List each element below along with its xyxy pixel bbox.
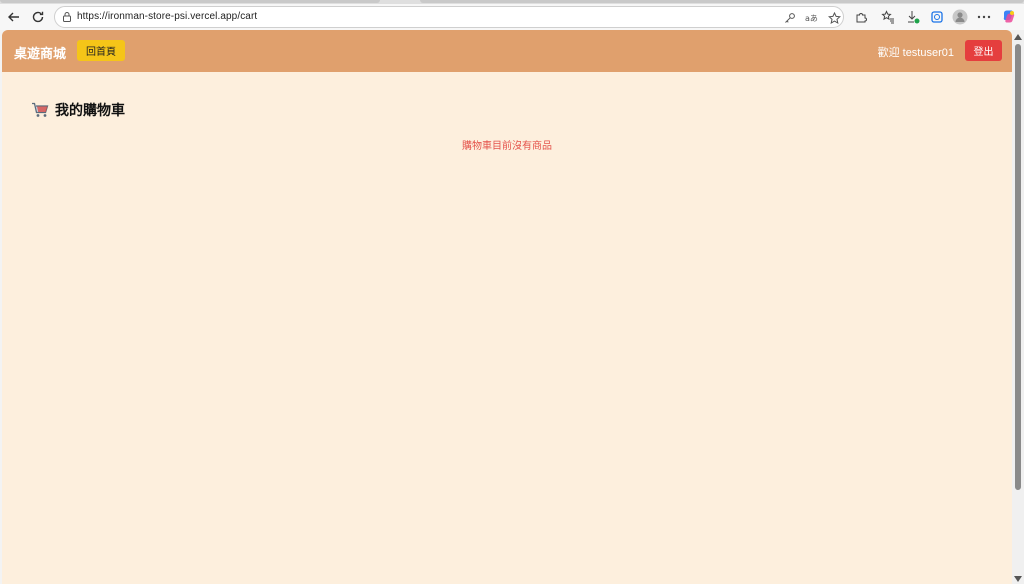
scroll-up-arrow-icon[interactable] (1014, 34, 1022, 40)
downloads-icon[interactable] (902, 6, 924, 28)
shopping-cart-icon (32, 102, 49, 117)
read-aloud-icon[interactable]: aあ (803, 9, 821, 27)
tab-strip-segment (0, 0, 380, 3)
extensions-icon[interactable] (850, 6, 872, 28)
logout-button[interactable]: 登出 (965, 40, 1002, 61)
password-key-icon[interactable] (781, 9, 799, 27)
browser-toolbar: https://ironman-store-psi.vercel.app/car… (0, 4, 1024, 30)
svg-text:aあ: aあ (805, 14, 818, 23)
profile-avatar-icon[interactable] (949, 6, 971, 28)
url-text: https://ironman-store-psi.vercel.app/car… (77, 11, 258, 22)
browser-window: https://ironman-store-psi.vercel.app/car… (0, 0, 1024, 584)
navbar: 桌遊商城 回首頁 歡迎 testuser01 登出 (2, 30, 1012, 72)
scroll-down-arrow-icon[interactable] (1014, 576, 1022, 582)
refresh-icon[interactable] (27, 6, 49, 28)
collections-icon[interactable] (926, 6, 948, 28)
empty-cart-message: 購物車目前沒有商品 (462, 141, 552, 152)
more-menu-icon[interactable] (973, 6, 995, 28)
page-title: 我的購物車 (55, 102, 125, 118)
scrollbar-thumb[interactable] (1015, 44, 1021, 490)
favorites-icon[interactable] (877, 6, 899, 28)
home-button[interactable]: 回首頁 (77, 40, 125, 61)
page-viewport: 桌遊商城 回首頁 歡迎 testuser01 登出 我的購物車 購物車目前沒有商… (2, 30, 1012, 584)
lock-icon (63, 12, 71, 22)
brand-logo-text[interactable]: 桌遊商城 (14, 43, 66, 62)
tab-strip-segment (420, 0, 1024, 3)
favorite-star-icon[interactable] (825, 9, 843, 27)
address-bar[interactable]: https://ironman-store-psi.vercel.app/car… (54, 6, 844, 28)
back-icon[interactable] (3, 6, 25, 28)
cart-header: 我的購物車 (31, 100, 125, 120)
welcome-text: 歡迎 testuser01 (877, 47, 954, 59)
vertical-scrollbar[interactable] (1012, 30, 1024, 584)
copilot-icon[interactable] (998, 6, 1020, 28)
